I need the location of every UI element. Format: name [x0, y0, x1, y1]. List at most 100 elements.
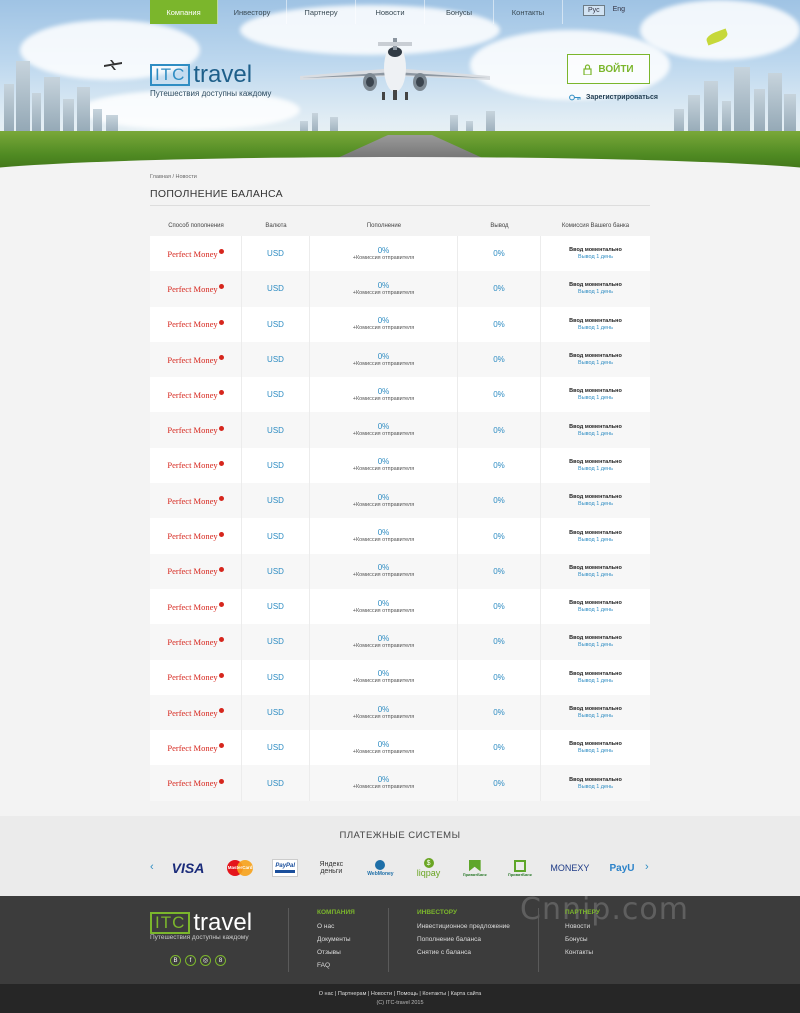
nav-partner[interactable]: Партнеру — [287, 0, 356, 24]
table-row: Perfect Money USD 0% +Комиссия отправителя 0… — [150, 341, 650, 378]
header-bank-commission: Комиссия Вашего банка — [561, 223, 630, 229]
cell-currency: USD — [242, 377, 310, 413]
cell-withdraw: 0% — [458, 694, 541, 731]
footer-link-deposit[interactable]: Пополнение баланса — [417, 933, 510, 946]
table-body: Perfect Money USD 0% +Комиссия отправителя 0… — [150, 236, 650, 801]
lang-en[interactable]: Eng — [609, 5, 629, 16]
footer-link-about[interactable]: О нас — [317, 920, 355, 933]
table-row: Perfect Money USD 0% +Комиссия отправителя 0… — [150, 518, 650, 554]
cell-deposit: 0% +Комиссия отправителя — [310, 447, 458, 484]
city-skyline-right — [670, 59, 800, 139]
vk-icon[interactable]: В — [170, 955, 181, 966]
cell-deposit: 0% +Комиссия отправителя — [310, 341, 458, 378]
lang-ru[interactable]: Рус — [583, 5, 605, 16]
perfect-money-logo: Perfect Money — [167, 249, 224, 259]
breadcrumb-home[interactable]: Главная — [150, 174, 171, 180]
cell-deposit: 0% +Комиссия отправителя — [310, 483, 458, 519]
cell-withdraw: 0% — [458, 659, 541, 695]
cell-deposit: 0% +Комиссия отправителя — [310, 518, 458, 554]
perfect-money-logo: Perfect Money — [167, 425, 224, 435]
cell-bank-commission: Ввод моментально Вывод 1 день — [541, 483, 650, 519]
facebook-icon[interactable]: f — [185, 955, 196, 966]
cell-method: Perfect Money — [150, 271, 242, 307]
payment-logos: VISA MasterCard PayPal Яндекс деньги Web… — [168, 853, 638, 883]
bottom-links[interactable]: О нас | Партнерам | Новости | Помощь | К… — [0, 991, 800, 997]
privatbank-logo-alt: ПриватБанк — [506, 859, 534, 877]
perfect-money-logo: Perfect Money — [167, 743, 224, 753]
nav-contacts[interactable]: Контакты — [494, 0, 563, 24]
nav-news[interactable]: Новости — [356, 0, 425, 24]
login-button[interactable]: ВОЙТИ — [567, 54, 650, 84]
cell-withdraw: 0% — [458, 412, 541, 448]
pm-badge-icon — [218, 460, 224, 466]
copyright: (С) ITC-travel 2015 — [376, 1000, 424, 1006]
footer-link-reviews[interactable]: Отзывы — [317, 946, 355, 959]
cell-currency: USD — [242, 730, 310, 766]
cell-deposit: 0% +Комиссия отправителя — [310, 377, 458, 413]
cell-deposit: 0% +Комиссия отправителя — [310, 236, 458, 272]
cell-withdraw: 0% — [458, 553, 541, 589]
table-row: Perfect Money USD 0% +Комиссия отправителя 0… — [150, 236, 650, 272]
footer-logo[interactable]: ITC travel — [150, 911, 252, 935]
cell-currency: USD — [242, 412, 310, 448]
cell-method: Perfect Money — [150, 306, 242, 342]
pm-badge-icon — [218, 531, 224, 537]
cell-withdraw: 0% — [458, 588, 541, 625]
perfect-money-logo: Perfect Money — [167, 672, 224, 682]
footer-link-news[interactable]: Новости — [565, 920, 600, 933]
header-deposit: Пополнение — [366, 223, 402, 229]
footer-col-company: КОМПАНИЯ О нас Документы Отзывы FAQ — [317, 909, 355, 972]
pm-badge-icon — [218, 355, 224, 361]
cell-bank-commission: Ввод моментально Вывод 1 день — [541, 377, 650, 413]
table-row: Perfect Money USD 0% +Комиссия отправителя 0… — [150, 588, 650, 625]
table-row: Perfect Money USD 0% +Комиссия отправителя 0… — [150, 553, 650, 589]
cell-bank-commission: Ввод моментально Вывод 1 день — [541, 624, 650, 660]
monexy-logo: MONEXY — [550, 863, 590, 873]
footer-link-withdraw[interactable]: Снятие с баланса — [417, 946, 510, 959]
nav-bonuses[interactable]: Бонусы — [425, 0, 494, 24]
odnoklassniki-icon[interactable]: 8 — [215, 955, 226, 966]
table-row: Perfect Money USD 0% +Комиссия отправителя 0… — [150, 377, 650, 413]
table-row: Perfect Money USD 0% +Комиссия отправителя 0… — [150, 412, 650, 448]
nav-company[interactable]: Компания — [150, 0, 218, 24]
breadcrumb: Главная / Новости — [150, 174, 197, 180]
perfect-money-logo: Perfect Money — [167, 284, 224, 294]
footer-link-contacts[interactable]: Контакты — [565, 946, 600, 959]
cell-deposit: 0% +Комиссия отправителя — [310, 730, 458, 766]
watermark: Cnnip.com — [520, 892, 689, 927]
yandex-money-logo: Яндекс деньги — [319, 861, 344, 875]
instagram-icon[interactable]: ◎ — [200, 955, 211, 966]
cell-method: Perfect Money — [150, 588, 242, 625]
footer-col-partner: ПАРТНЕРУ Новости Бонусы Контакты — [565, 909, 600, 959]
perfect-money-logo: Perfect Money — [167, 637, 224, 647]
city-skyline-left — [0, 59, 150, 139]
footer-logo-itc: ITC — [150, 912, 191, 934]
footer-link-faq[interactable]: FAQ — [317, 959, 355, 972]
cell-withdraw: 0% — [458, 236, 541, 272]
perfect-money-logo: Perfect Money — [167, 778, 224, 788]
cell-withdraw: 0% — [458, 306, 541, 342]
pm-badge-icon — [218, 496, 224, 502]
nav-investor[interactable]: Инвестору — [218, 0, 287, 24]
chevron-left-icon[interactable]: ‹ — [150, 861, 154, 873]
cell-currency: USD — [242, 659, 310, 695]
cell-bank-commission: Ввод моментально Вывод 1 день — [541, 412, 650, 448]
privatbank-logo: ПриватБанк — [461, 859, 489, 877]
footer-link-bonuses[interactable]: Бонусы — [565, 933, 600, 946]
cell-method: Perfect Money — [150, 447, 242, 484]
table-row: Perfect Money USD 0% +Комиссия отправителя 0… — [150, 624, 650, 660]
footer-link-offer[interactable]: Инвестиционное предложение — [417, 920, 510, 933]
footer-link-documents[interactable]: Документы — [317, 933, 355, 946]
table-row: Perfect Money USD 0% +Комиссия отправителя 0… — [150, 730, 650, 766]
language-switcher: Рус Eng — [583, 5, 629, 16]
key-icon — [569, 94, 581, 101]
register-link[interactable]: Зарегистрироваться — [569, 94, 658, 101]
cell-currency: USD — [242, 694, 310, 731]
site-logo[interactable]: ITC travel — [150, 63, 252, 87]
cell-withdraw: 0% — [458, 341, 541, 378]
footer-col-title: ИНВЕСТОРУ — [417, 909, 458, 916]
header-method: Способ пополнения — [168, 223, 224, 229]
chevron-right-icon[interactable]: › — [645, 861, 649, 873]
pm-badge-icon — [218, 390, 224, 396]
cell-withdraw: 0% — [458, 483, 541, 519]
